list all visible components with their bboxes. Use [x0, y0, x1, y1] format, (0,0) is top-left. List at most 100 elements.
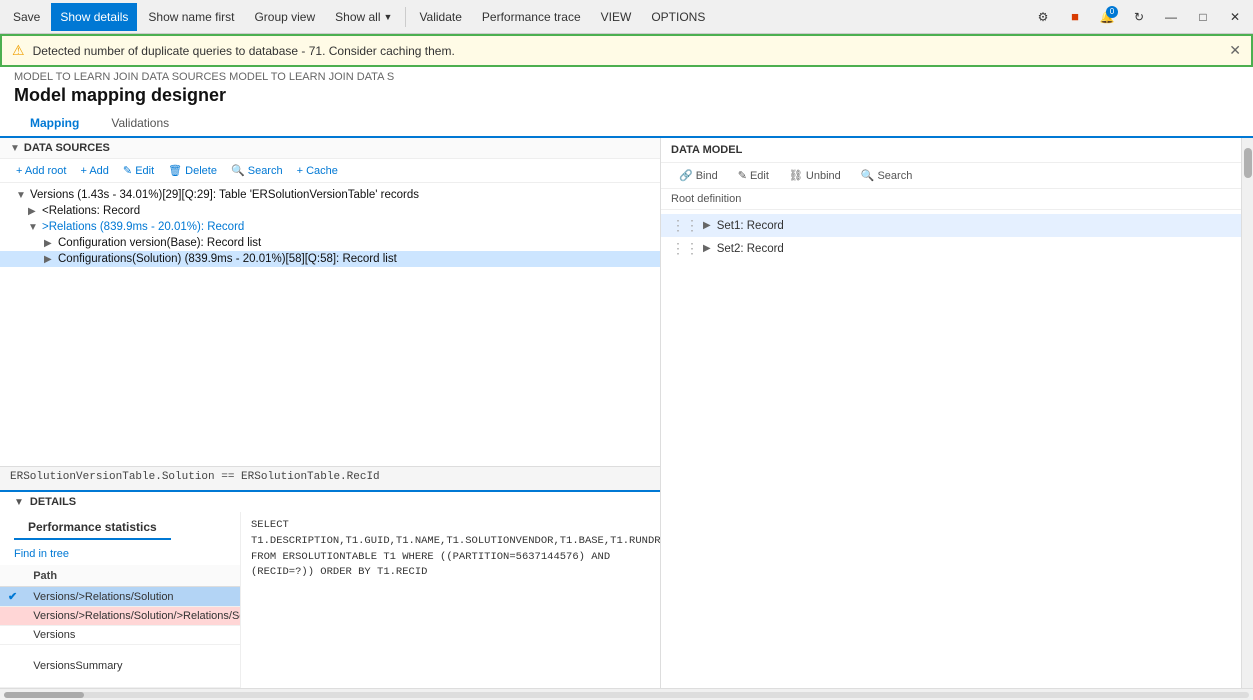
row-path: Versions/>Relations/Solution: [25, 587, 240, 607]
bind-icon: 🔗: [679, 169, 693, 182]
edit-icon: ✎: [738, 169, 747, 182]
office-icon: ■: [1071, 9, 1079, 24]
dm-tree: ⋮⋮ ▶ Set1: Record ⋮⋮ ▶ Set2: Record: [661, 210, 1241, 688]
options-button[interactable]: OPTIONS: [642, 3, 714, 31]
relations-lt-label: <Relations: Record: [42, 205, 140, 217]
maximize-icon: □: [1199, 10, 1206, 24]
notification-badge: 0: [1106, 6, 1118, 18]
show-details-button[interactable]: Show details: [51, 3, 137, 31]
sql-panel: SELECTT1.DESCRIPTION,T1.GUID,T1.NAME,T1.…: [240, 512, 660, 688]
sql-text: SELECTT1.DESCRIPTION,T1.GUID,T1.NAME,T1.…: [251, 518, 650, 581]
show-all-dropdown-icon: ▼: [384, 12, 393, 22]
unbind-button[interactable]: ⛓ Unbind: [781, 167, 849, 184]
data-sources-header[interactable]: ▼ DATA SOURCES: [0, 138, 660, 159]
main-toolbar: Save Show details Show name first Group …: [0, 0, 1253, 34]
tab-mapping[interactable]: Mapping: [14, 110, 95, 138]
close-window-btn[interactable]: ✕: [1221, 3, 1249, 31]
warning-icon: ⚠: [12, 42, 25, 59]
dm-tree-item-set1[interactable]: ⋮⋮ ▶ Set1: Record: [661, 214, 1241, 237]
main-content: ▼ DATA SOURCES + Add root + Add ✎ Edit 🗑…: [0, 138, 1253, 688]
settings-icon: ⚙: [1038, 10, 1049, 24]
configurations-label: Configurations(Solution) (839.9ms - 20.0…: [58, 253, 397, 265]
details-label: DETAILS: [30, 496, 76, 508]
relations-gt-label: >Relations (839.9ms - 20.01%): Record: [42, 221, 244, 233]
search-dm-icon: 🔍: [861, 169, 875, 182]
table-row[interactable]: Versions/>Relations/Solution/>Relations/…: [0, 607, 240, 626]
tab-bar: Mapping Validations: [0, 110, 1253, 138]
details-content: Performance statistics Find in tree Path…: [0, 512, 660, 688]
table-row[interactable]: Versions 1 0: [0, 626, 240, 645]
h-scrollbar-thumb: [4, 692, 84, 698]
refresh-icon: ↻: [1134, 10, 1144, 24]
notification-icon-btn[interactable]: 🔔 0: [1093, 3, 1121, 31]
tree-item-configurations[interactable]: ▶ Configurations(Solution) (839.9ms - 20…: [0, 251, 660, 267]
cache-button[interactable]: + Cache: [291, 163, 344, 179]
relations-gt-arrow: ▼: [28, 222, 38, 233]
details-header[interactable]: ▼ DETAILS: [0, 492, 660, 512]
dm-root-def: Root definition: [661, 189, 1241, 210]
set1-arrow: ▶: [703, 220, 711, 231]
data-sources-label: DATA SOURCES: [24, 142, 110, 154]
warning-banner: ⚠ Detected number of duplicate queries t…: [0, 34, 1253, 67]
refresh-icon-btn[interactable]: ↻: [1125, 3, 1153, 31]
relations-lt-arrow: ▶: [28, 206, 38, 217]
row-check: [0, 645, 25, 688]
save-button[interactable]: Save: [4, 3, 49, 31]
config-version-arrow: ▶: [44, 238, 54, 249]
unbind-icon: ⛓: [789, 169, 803, 182]
stats-table: Path Queries Duplicated queries Descript…: [0, 564, 240, 688]
warning-text: Detected number of duplicate queries to …: [33, 44, 455, 58]
delete-button[interactable]: 🗑 Delete: [162, 162, 223, 179]
breadcrumb: MODEL TO LEARN JOIN DATA SOURCES MODEL T…: [0, 67, 1253, 83]
validate-button[interactable]: Validate: [410, 3, 470, 31]
edit-dm-button[interactable]: ✎ Edit: [730, 167, 777, 184]
dm-drag-icon: ⋮⋮: [671, 217, 699, 234]
formula-bar: ERSolutionVersionTable.Solution == ERSol…: [0, 466, 660, 490]
data-sources-arrow: ▼: [10, 143, 20, 154]
right-panel: DATA MODEL 🔗 Bind ✎ Edit ⛓ Unbind 🔍 Sear…: [661, 138, 1241, 688]
row-check: [0, 626, 25, 645]
row-path: Versions/>Relations/Solution/>Relations/…: [25, 607, 240, 626]
show-name-first-button[interactable]: Show name first: [139, 3, 243, 31]
tree-item-relations-lt[interactable]: ▶ <Relations: Record: [0, 203, 660, 219]
details-section: ▼ DETAILS Performance statistics Find in…: [0, 490, 660, 688]
add-root-button[interactable]: + Add root: [10, 163, 72, 179]
scrollbar-thumb: [1244, 148, 1252, 178]
office-icon-btn[interactable]: ■: [1061, 3, 1089, 31]
right-scrollbar[interactable]: [1241, 138, 1253, 688]
set1-label: Set1: Record: [717, 220, 784, 232]
group-view-button[interactable]: Group view: [245, 3, 324, 31]
maximize-icon-btn[interactable]: □: [1189, 3, 1217, 31]
bottom-scrollbar[interactable]: [0, 688, 1253, 700]
bind-button[interactable]: 🔗 Bind: [671, 167, 726, 184]
table-row[interactable]: VersionsSummary 1 0 Record list 'Version…: [0, 645, 240, 688]
perf-stats-title: Performance statistics: [14, 516, 171, 540]
config-version-label: Configuration version(Base): Record list: [58, 237, 261, 249]
ds-tree: ▼ Versions (1.43s - 34.01%)[29][Q:29]: T…: [0, 183, 660, 466]
tree-item-relations-gt[interactable]: ▼ >Relations (839.9ms - 20.01%): Record: [0, 219, 660, 235]
add-button[interactable]: + Add: [74, 163, 114, 179]
show-all-button[interactable]: Show all ▼: [326, 3, 401, 31]
table-row[interactable]: ✔ Versions/>Relations/Solution 58 44: [0, 587, 240, 607]
perf-stats-panel: Performance statistics Find in tree Path…: [0, 512, 240, 688]
close-window-icon: ✕: [1230, 10, 1240, 24]
minimize-icon-btn[interactable]: —: [1157, 3, 1185, 31]
dm-toolbar: 🔗 Bind ✎ Edit ⛓ Unbind 🔍 Search: [661, 163, 1241, 189]
performance-trace-button[interactable]: Performance trace: [473, 3, 590, 31]
minimize-icon: —: [1165, 10, 1177, 24]
configurations-arrow: ▶: [44, 254, 54, 265]
view-button[interactable]: VIEW: [592, 3, 641, 31]
warning-close-btn[interactable]: ✕: [1229, 42, 1241, 59]
col-check: [0, 565, 25, 587]
tree-item-config-version[interactable]: ▶ Configuration version(Base): Record li…: [0, 235, 660, 251]
dm-header: DATA MODEL: [661, 138, 1241, 163]
find-in-tree-link[interactable]: Find in tree: [0, 544, 240, 564]
dm-tree-item-set2[interactable]: ⋮⋮ ▶ Set2: Record: [661, 237, 1241, 260]
tree-item-versions[interactable]: ▼ Versions (1.43s - 34.01%)[29][Q:29]: T…: [0, 187, 660, 203]
edit-ds-button[interactable]: ✎ Edit: [117, 162, 160, 179]
tab-validations[interactable]: Validations: [95, 110, 185, 138]
search-ds-button[interactable]: 🔍 Search: [225, 162, 289, 179]
settings-icon-btn[interactable]: ⚙: [1029, 3, 1057, 31]
set2-arrow: ▶: [703, 243, 711, 254]
search-dm-button[interactable]: 🔍 Search: [853, 167, 921, 184]
